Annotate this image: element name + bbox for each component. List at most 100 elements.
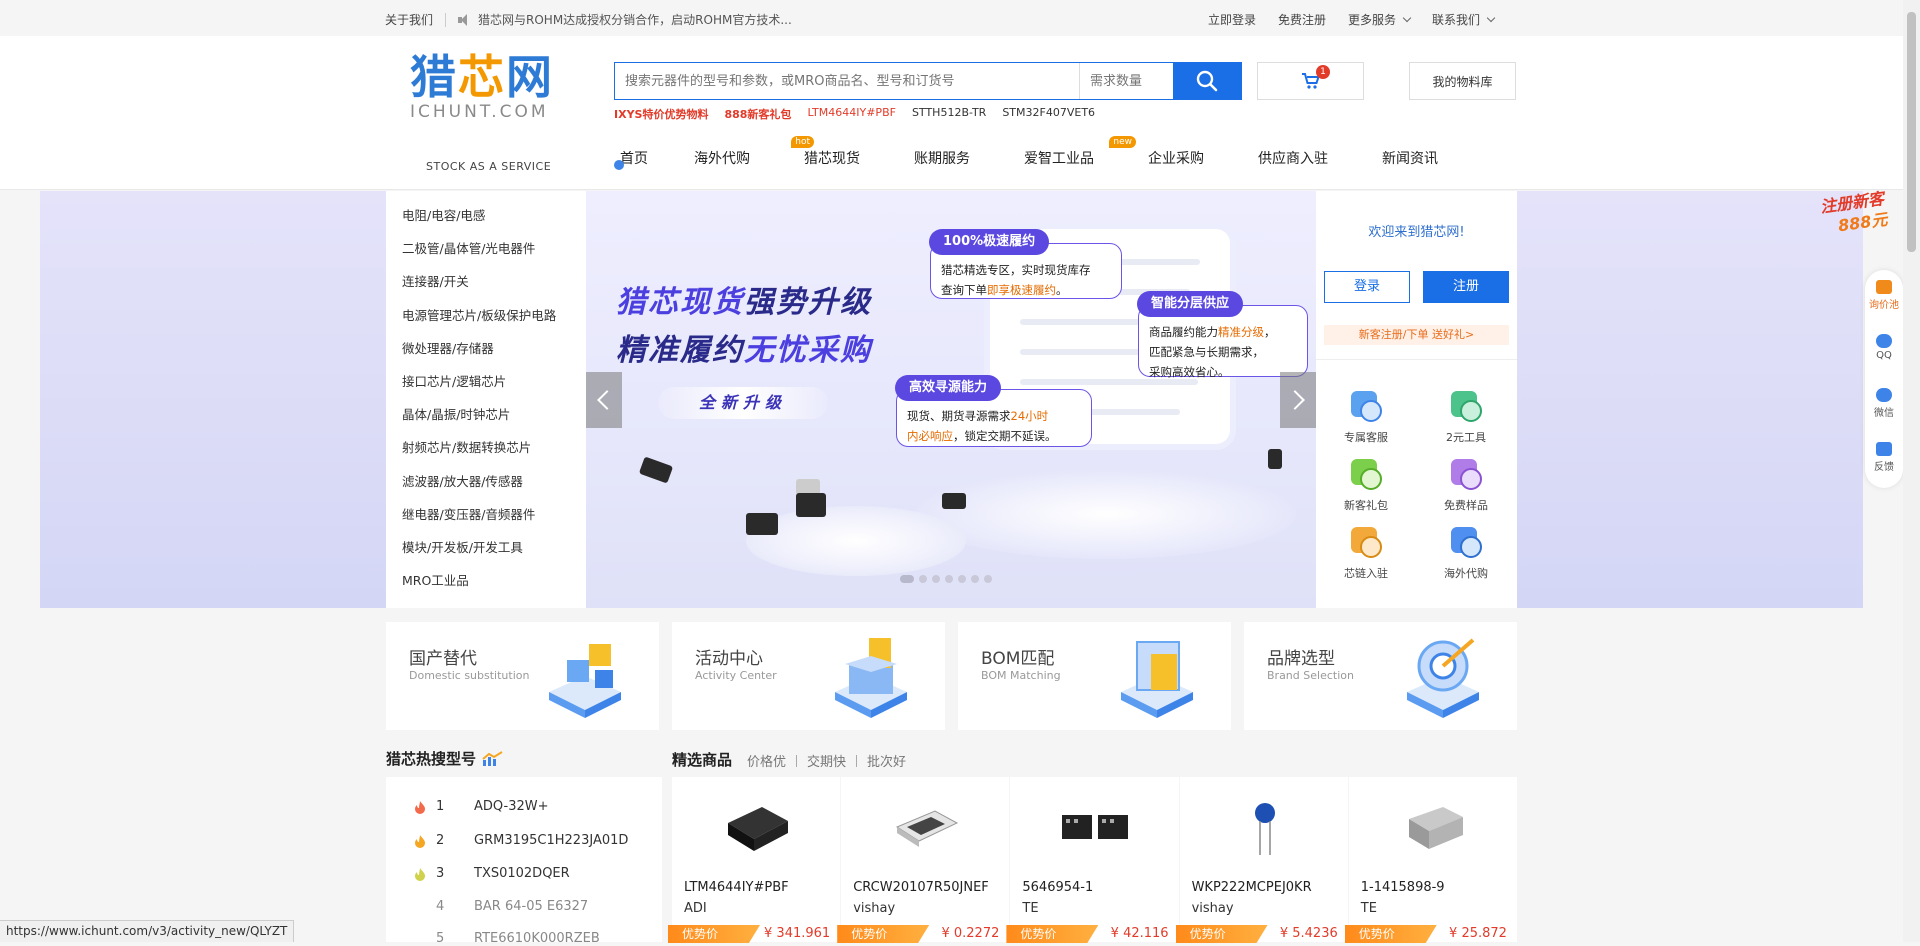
feedback-button[interactable]: 反馈 — [1865, 432, 1903, 486]
pagination-dot[interactable] — [984, 575, 992, 583]
list-item[interactable]: 1 ADQ-32W+ — [414, 799, 548, 814]
my-material-library-button[interactable]: 我的物料库 — [1409, 62, 1516, 100]
tab-good-batch[interactable]: 批次好 — [867, 751, 906, 770]
login-button[interactable]: 登录 — [1324, 271, 1410, 303]
contact-menu[interactable]: 联系我们 — [1432, 11, 1496, 28]
nav-supplier[interactable]: 供应商入驻 — [1258, 148, 1382, 176]
cart-button[interactable]: 1 — [1257, 62, 1364, 100]
pagination-dot[interactable] — [932, 575, 940, 583]
new-user-promo-link[interactable]: 新客注册/下单 送好礼> — [1324, 325, 1509, 345]
more-services-menu[interactable]: 更多服务 — [1348, 11, 1412, 28]
category-item[interactable]: 连接器/开关 — [386, 265, 586, 298]
nav-overseas[interactable]: 海外代购 hot — [694, 136, 814, 176]
register-bonus-float[interactable]: 注册新客 888元 — [1819, 189, 1902, 244]
product-card[interactable]: 1-1415898-9 TE 优势价 ¥ 25.872 — [1344, 777, 1517, 943]
list-item[interactable]: 5 RTE6610K000RZEB — [414, 931, 600, 946]
product-card[interactable]: 5646954-1 TE 优势价 ¥ 42.116 — [1006, 777, 1179, 943]
product-part-number: 5646954-1 — [1022, 880, 1094, 895]
nav-label: 爱智工业品 — [1024, 151, 1094, 167]
product-image — [1408, 807, 1463, 849]
card-text: 现货、期货寻源需求 — [907, 409, 1011, 423]
register-button[interactable]: 注册 — [1423, 271, 1509, 303]
product-card[interactable]: WKP222MCPEJ0KR vishay 优势价 ¥ 5.4236 — [1175, 777, 1348, 943]
category-item[interactable]: 电源管理芯片/板级保护电路 — [386, 299, 586, 332]
notice-bar[interactable]: 猎芯网与ROHM达成授权分销合作，启动ROHM官方技术... — [458, 11, 792, 28]
banner-prev-button[interactable] — [586, 372, 622, 428]
tile-activity-center[interactable]: 活动中心 Activity Center — [672, 622, 945, 730]
scrollbar-thumb[interactable] — [1907, 12, 1916, 252]
tile-bom-matching[interactable]: BOM匹配 BOM Matching — [958, 622, 1231, 730]
hot-keyword[interactable]: STM32F407VET6 — [1002, 106, 1095, 122]
card-highlight: 即享极速履约 — [987, 283, 1056, 297]
category-item[interactable]: 微处理器/存储器 — [386, 332, 586, 365]
rank-number: 3 — [436, 866, 445, 881]
tab-best-price[interactable]: 价格优 — [747, 751, 786, 770]
tab-fast-delivery[interactable]: 交期快 — [807, 751, 846, 770]
nav-home[interactable]: 首页 — [612, 148, 694, 176]
pagination-dot[interactable] — [971, 575, 979, 583]
service-new-user-gift[interactable]: 新客礼包 — [1326, 455, 1406, 513]
tile-brand-selection[interactable]: 品牌选型 Brand Selection — [1244, 622, 1517, 730]
about-us-link[interactable]: 关于我们 — [385, 11, 433, 28]
search-input[interactable] — [615, 63, 1079, 99]
list-item[interactable]: 3 TXS0102DQER — [414, 866, 570, 881]
product-card[interactable]: CRCW20107R50JNEF vishay 优势价 ¥ 0.2272 — [837, 777, 1010, 943]
product-card[interactable]: LTM4644IY#PBF ADI 优势价 ¥ 341.961 — [668, 777, 841, 943]
quantity-input[interactable] — [1079, 63, 1173, 99]
chip-graphic — [638, 456, 674, 484]
podium-graphic — [746, 506, 966, 576]
service-chain-join[interactable]: 芯链入驻 — [1326, 523, 1406, 581]
product-price: ¥ 341.961 — [764, 926, 831, 941]
login-link[interactable]: 立即登录 — [1208, 11, 1256, 28]
part-number: RTE6610K000RZEB — [474, 931, 600, 946]
category-item[interactable]: 电阻/电容/电感 — [386, 199, 586, 232]
product-part-number: CRCW20107R50JNEF — [853, 880, 989, 895]
inquiry-pool-button[interactable]: 询价池 — [1865, 270, 1903, 324]
banner-next-button[interactable] — [1280, 372, 1316, 428]
notice-text[interactable]: 猎芯网与ROHM达成授权分销合作，启动ROHM官方技术... — [478, 11, 792, 28]
service-2yuan-tools[interactable]: 2元工具 — [1426, 387, 1506, 445]
category-item[interactable]: 二极管/晶体管/光电器件 — [386, 232, 586, 265]
list-item[interactable]: 4 BAR 64-05 E6327 — [414, 899, 588, 914]
pagination-dot[interactable] — [958, 575, 966, 583]
site-logo[interactable]: 猎芯网 ICHUNT.COM — [410, 52, 570, 128]
category-item[interactable]: 射频芯片/数据转换芯片 — [386, 431, 586, 464]
category-item[interactable]: MRO工业品 — [386, 564, 586, 597]
pagination-dot[interactable] — [945, 575, 953, 583]
nav-credit[interactable]: 账期服务 — [914, 148, 1024, 176]
category-item[interactable]: 晶体/晶振/时钟芯片 — [386, 398, 586, 431]
nav-industrial[interactable]: 爱智工业品 new — [1024, 136, 1148, 176]
service-overseas-purchase[interactable]: 海外代购 — [1426, 523, 1506, 581]
main-nav: 首页 海外代购 hot 猎芯现货 账期服务 爱智工业品 new 企业采购 供应商入驻… — [612, 136, 1482, 176]
category-item[interactable]: 继电器/变压器/音频器件 — [386, 498, 586, 531]
service-free-samples[interactable]: 免费样品 — [1426, 455, 1506, 513]
pagination-dot[interactable] — [900, 575, 914, 583]
nav-stock[interactable]: 猎芯现货 — [804, 148, 914, 176]
service-exclusive-support[interactable]: 专属客服 — [1326, 387, 1406, 445]
hot-keyword[interactable]: IXYS特价优势物料 — [614, 106, 708, 122]
banner-slide[interactable]: 猎芯现货强势升级 精准履约无忧采购 全新升级 100%极速履约 猎芯精选专区，实… — [586, 191, 1316, 608]
nav-enterprise[interactable]: 企业采购 — [1148, 148, 1258, 176]
category-item[interactable]: 接口芯片/逻辑芯片 — [386, 365, 586, 398]
category-item[interactable]: 滤波器/放大器/传感器 — [386, 465, 586, 498]
nav-label: 账期服务 — [914, 151, 970, 167]
register-link[interactable]: 免费注册 — [1278, 11, 1326, 28]
search-button[interactable] — [1173, 63, 1241, 99]
page-scrollbar[interactable] — [1903, 0, 1920, 942]
product-image — [896, 810, 959, 847]
header: 猎芯网 ICHUNT.COM STOCK AS A SERVICE IXYS特价… — [0, 36, 1903, 190]
tile-domestic-substitution[interactable]: 国产替代 Domestic substitution — [386, 622, 659, 730]
pagination-dot[interactable] — [919, 575, 927, 583]
wechat-button[interactable]: 微信 — [1865, 378, 1903, 432]
nav-label: 猎芯现货 — [804, 151, 860, 167]
tile-title: 品牌选型 — [1267, 649, 1335, 669]
category-item[interactable]: 模块/开发板/开发工具 — [386, 531, 586, 564]
list-item[interactable]: 2 GRM3195C1H223JA01D — [414, 833, 628, 848]
card-title: 高效寻源能力 — [895, 375, 1002, 401]
hot-keyword[interactable]: LTM4644IY#PBF — [807, 106, 896, 122]
qq-button[interactable]: QQ — [1865, 324, 1903, 378]
hot-keyword[interactable]: STTH512B-TR — [912, 106, 986, 122]
nav-news[interactable]: 新闻资讯 — [1382, 148, 1482, 176]
advantage-price-tag: 优势价 — [1344, 925, 1437, 943]
hot-keyword[interactable]: 888新客礼包 — [724, 106, 791, 122]
